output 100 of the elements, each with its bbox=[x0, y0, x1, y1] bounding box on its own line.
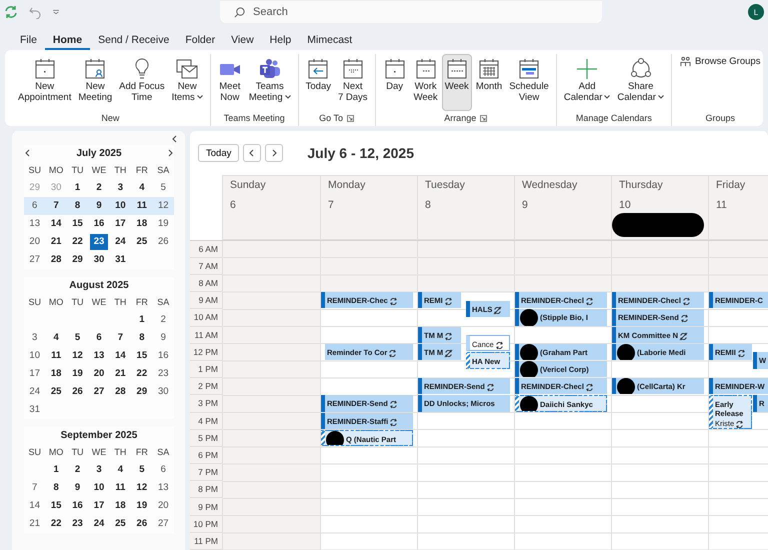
calendar-day[interactable]: 27 bbox=[90, 384, 108, 400]
calendar-day[interactable]: 7 bbox=[26, 480, 44, 496]
calendar-day[interactable]: 8 bbox=[47, 480, 66, 496]
calendar-day[interactable]: 17 bbox=[26, 366, 44, 382]
previous-month-button[interactable] bbox=[24, 149, 32, 157]
calendar-week[interactable]: 21 22 23 24 25 26 27 bbox=[24, 515, 174, 533]
calendar-day[interactable]: 9 bbox=[90, 198, 108, 214]
ribbon-button[interactable]: New Appointment bbox=[15, 54, 74, 111]
calendar-day[interactable]: 11 bbox=[111, 480, 130, 496]
calendar-day[interactable]: 19 bbox=[154, 216, 172, 232]
calendar-day[interactable]: 23 bbox=[68, 516, 87, 532]
calendar-day[interactable]: 6 bbox=[90, 330, 108, 346]
calendar-day[interactable]: 8 bbox=[132, 330, 151, 346]
calendar-day[interactable]: 3 bbox=[26, 330, 44, 346]
calendar-day[interactable]: 1 bbox=[68, 180, 87, 196]
calendar-day[interactable]: 29 bbox=[68, 252, 87, 268]
calendar-day[interactable]: 20 bbox=[26, 234, 44, 250]
calendar-day[interactable]: 1 bbox=[47, 462, 66, 478]
calendar-day[interactable]: 18 bbox=[47, 366, 66, 382]
calendar-day[interactable]: 7 bbox=[47, 198, 66, 214]
calendar-day[interactable]: 25 bbox=[47, 384, 66, 400]
calendar-day[interactable]: 9 bbox=[68, 480, 87, 496]
ribbon-button[interactable]: Work Week bbox=[410, 54, 441, 111]
calendar-day[interactable]: 22 bbox=[68, 234, 87, 250]
calendar-day[interactable]: 17 bbox=[90, 498, 108, 514]
ribbon-button[interactable]: Week bbox=[442, 54, 472, 111]
calendar-day[interactable]: 16 bbox=[90, 216, 108, 232]
calendar-day[interactable]: 13 bbox=[90, 348, 108, 364]
calendar-day[interactable]: 5 bbox=[154, 180, 172, 196]
calendar-day[interactable]: 31 bbox=[26, 402, 44, 418]
today-button[interactable]: Today bbox=[198, 144, 240, 162]
calendar-week[interactable]: 1 2 bbox=[24, 311, 174, 329]
calendar-day[interactable]: 13 bbox=[154, 480, 172, 496]
calendar-week[interactable]: 7 8 9 10 11 12 13 bbox=[24, 479, 174, 497]
avatar[interactable]: L bbox=[748, 4, 764, 20]
calendar-day[interactable]: 25 bbox=[111, 516, 130, 532]
calendar-day[interactable]: 24 bbox=[90, 516, 108, 532]
ribbon-button[interactable]: Meet Now bbox=[214, 54, 245, 111]
search-field[interactable]: Search bbox=[220, 1, 602, 23]
calendar-day[interactable]: 27 bbox=[26, 252, 44, 268]
calendar-day[interactable]: 1 bbox=[132, 312, 151, 328]
ribbon-button[interactable]: Next 7 Days bbox=[334, 54, 371, 111]
calendar-day[interactable]: 23 bbox=[90, 234, 108, 250]
calendar-day[interactable]: 14 bbox=[111, 348, 130, 364]
sync-icon[interactable] bbox=[4, 5, 18, 19]
calendar-day[interactable]: 25 bbox=[132, 234, 151, 250]
dialog-launcher-icon[interactable] bbox=[347, 114, 354, 122]
calendar-day[interactable]: 22 bbox=[47, 516, 66, 532]
calendar-day[interactable]: 19 bbox=[132, 498, 151, 514]
calendar-day[interactable]: 28 bbox=[111, 384, 130, 400]
menu-tab[interactable]: Help bbox=[262, 34, 300, 50]
calendar-day[interactable]: 12 bbox=[132, 480, 151, 496]
calendar-day[interactable]: 3 bbox=[90, 462, 108, 478]
ribbon-button[interactable]: Share Calendar bbox=[614, 54, 667, 111]
calendar-day[interactable]: 5 bbox=[68, 330, 87, 346]
calendar-day[interactable]: 21 bbox=[47, 234, 66, 250]
calendar-day[interactable]: 26 bbox=[68, 384, 87, 400]
menu-tab[interactable]: View bbox=[223, 34, 262, 50]
calendar-week[interactable]: 31 bbox=[24, 401, 174, 419]
calendar-day[interactable]: 21 bbox=[111, 366, 130, 382]
calendar-week[interactable]: 6 7 8 9 10 11 12 bbox=[24, 197, 174, 215]
calendar-day[interactable]: 14 bbox=[26, 498, 44, 514]
calendar-day[interactable]: 3 bbox=[111, 180, 130, 196]
calendar-day[interactable]: 21 bbox=[26, 516, 44, 532]
calendar-week[interactable]: 3 4 5 6 7 8 9 bbox=[24, 329, 174, 347]
menu-tab[interactable]: Home bbox=[44, 34, 90, 50]
previous-button[interactable] bbox=[243, 144, 262, 162]
calendar-day[interactable]: 12 bbox=[154, 198, 172, 214]
calendar-day[interactable]: 10 bbox=[90, 480, 108, 496]
calendar-day[interactable]: 17 bbox=[111, 216, 130, 232]
calendar-week[interactable]: 10 11 12 13 14 15 16 bbox=[24, 347, 174, 365]
calendar-day[interactable]: 19 bbox=[68, 366, 87, 382]
calendar-day[interactable]: 14 bbox=[47, 216, 66, 232]
calendar-day[interactable]: 15 bbox=[47, 498, 66, 514]
ribbon-button[interactable]: Add Calendar bbox=[560, 54, 614, 111]
calendar-day[interactable]: 9 bbox=[154, 330, 172, 346]
calendar-day[interactable]: 2 bbox=[68, 462, 87, 478]
calendar-day[interactable]: 30 bbox=[154, 384, 172, 400]
calendar-week[interactable]: 14 15 16 17 18 19 20 bbox=[24, 497, 174, 515]
ribbon-button[interactable]: Schedule View bbox=[506, 54, 552, 111]
calendar-day[interactable]: 8 bbox=[68, 198, 87, 214]
ribbon-button[interactable]: Browse Groups bbox=[676, 54, 764, 70]
ribbon-button[interactable]: Teams Meeting bbox=[246, 54, 294, 111]
calendar-week[interactable]: 13 14 15 16 17 18 19 bbox=[24, 215, 174, 233]
calendar-day[interactable]: 28 bbox=[47, 252, 66, 268]
menu-tab[interactable]: Send / Receive bbox=[90, 34, 178, 50]
calendar-day[interactable]: 23 bbox=[154, 366, 172, 382]
calendar-day[interactable]: 7 bbox=[111, 330, 130, 346]
calendar-week[interactable]: 29 30 1 2 3 4 5 bbox=[24, 179, 174, 197]
calendar-day[interactable]: 6 bbox=[26, 198, 44, 214]
calendar-day[interactable]: 30 bbox=[90, 252, 108, 268]
calendar-day[interactable]: 29 bbox=[132, 384, 151, 400]
calendar-day[interactable]: 13 bbox=[26, 216, 44, 232]
calendar-day[interactable]: 4 bbox=[132, 180, 151, 196]
calendar-day[interactable]: 4 bbox=[47, 330, 66, 346]
next-button[interactable] bbox=[265, 144, 284, 162]
calendar-day[interactable]: 18 bbox=[111, 498, 130, 514]
calendar-day[interactable]: 2 bbox=[154, 312, 172, 328]
calendar-day[interactable]: 16 bbox=[68, 498, 87, 514]
calendar-day[interactable]: 18 bbox=[132, 216, 151, 232]
